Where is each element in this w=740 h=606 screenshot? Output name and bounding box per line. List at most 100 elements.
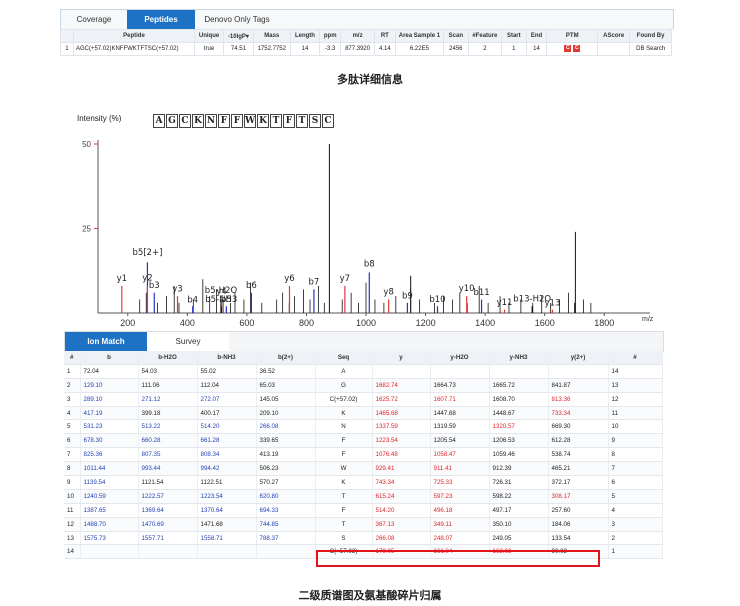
column-header[interactable]: b(2+) — [256, 351, 316, 365]
column-header[interactable]: # — [608, 351, 663, 365]
table-cell — [430, 364, 490, 379]
column-header[interactable]: y — [372, 351, 431, 365]
table-cell: 788.37 — [256, 531, 316, 546]
table-cell: 145.05 — [256, 392, 316, 407]
table-row[interactable]: 7 825.36 807.35 808.34 413.19 F 1076.48 1058.47… — [64, 447, 663, 463]
column-header[interactable]: y(2+) — [548, 351, 609, 365]
table-cell: AGC(+57.02)KNFFWKTFTSC(+57.02) — [72, 42, 195, 56]
table-cell: C(+57.02) — [315, 392, 373, 407]
ion-label: y7 — [340, 274, 350, 284]
table-cell: 1320.57 — [489, 419, 549, 435]
table-row[interactable]: 13 1575.73 1557.71 1558.71 788.37 S 266.08 248.… — [64, 531, 663, 546]
table-cell: 1 — [64, 364, 81, 379]
sequence-residue: K — [257, 114, 269, 128]
column-header[interactable]: Mass — [252, 29, 291, 43]
table-cell: 531.23 — [80, 419, 139, 435]
column-header[interactable]: m/z — [340, 29, 375, 43]
sequence-residue: T — [270, 114, 282, 128]
table-cell: DB Search — [629, 42, 672, 56]
table-cell — [256, 544, 316, 560]
column-header[interactable] — [60, 29, 74, 43]
table-row[interactable]: 3 289.10 271.12 272.07 145.05 C(+57.02) 1625.7… — [64, 392, 663, 407]
table-cell: 597.23 — [430, 489, 490, 504]
column-header[interactable]: y-NH3 — [489, 351, 549, 365]
column-header[interactable]: Unique — [193, 29, 225, 43]
x-tick-label: 800 — [299, 318, 314, 328]
ion-label: b11 — [473, 288, 489, 298]
tab-coverage[interactable]: Coverage — [61, 10, 127, 30]
table-cell: 349.11 — [430, 517, 490, 532]
table-row[interactable]: 8 1011.44 993.44 994.42 506.23 W 929.41 911.41 9… — [64, 461, 663, 477]
table-cell — [489, 364, 549, 379]
tab-survey[interactable]: Survey — [147, 332, 229, 352]
table-cell: CC — [546, 42, 599, 56]
table-cell: 65.03 — [256, 378, 316, 393]
table-cell — [548, 364, 609, 379]
column-header[interactable]: End — [525, 29, 548, 43]
tab-ion-match[interactable]: Ion Match — [65, 332, 147, 352]
table-cell: 1121.54 — [138, 475, 198, 490]
column-header[interactable]: Length — [289, 29, 321, 43]
table-row[interactable]: 11 1387.65 1369.64 1370.64 694.33 F 514.20 496.… — [64, 503, 663, 518]
column-header[interactable]: Start — [501, 29, 527, 43]
column-header[interactable]: RT — [373, 29, 396, 43]
table-cell — [372, 364, 431, 379]
table-cell: 54.03 — [138, 364, 198, 379]
table-cell: 13 — [64, 531, 81, 546]
x-tick-label: 1800 — [594, 318, 614, 328]
x-tick-label: 200 — [120, 318, 135, 328]
ptm-badge: C — [573, 45, 581, 53]
table-cell: 133.54 — [548, 531, 609, 546]
tab-peptides[interactable]: Peptides — [127, 10, 195, 30]
table-cell: 743.34 — [372, 475, 431, 490]
table-cell: 841.87 — [548, 378, 609, 393]
table-cell: 912.39 — [489, 461, 549, 477]
sequence-residue: A — [153, 114, 165, 128]
table-row[interactable]: 5 531.23 513.22 514.20 266.08 N 1337.59 1319.59… — [64, 419, 663, 435]
column-header[interactable]: -10lgP▾ — [223, 29, 254, 43]
table-row[interactable]: 9 1139.54 1121.54 1122.51 570.27 K 743.34 725.3… — [64, 475, 663, 490]
table-row[interactable]: 4 417.19 399.18 400.17 209.10 K 1465.68 1447.68… — [64, 406, 663, 421]
table-cell: 2 — [467, 42, 503, 56]
table-row[interactable]: 12 1488.70 1470.69 1471.68 744.85 T 367.13 349.… — [64, 517, 663, 532]
table-cell: 308.17 — [548, 489, 609, 504]
column-header[interactable]: Area Sample 1 — [394, 29, 445, 43]
column-header[interactable]: b — [80, 351, 139, 365]
column-header[interactable]: AScore — [597, 29, 631, 43]
table-cell: 8 — [64, 461, 81, 477]
column-header[interactable]: Found By — [629, 29, 672, 43]
tab-denovo-only-tags[interactable]: Denovo Only Tags — [195, 10, 279, 30]
table-row[interactable]: 1 AGC(+57.02)KNFFWKTFTSC(+57.02) true 74.51… — [60, 42, 672, 56]
table-cell: 678.30 — [80, 433, 139, 449]
table-cell: F — [315, 447, 373, 463]
table-cell: 417.19 — [80, 406, 139, 421]
column-header[interactable]: PTM — [546, 29, 599, 43]
table-row[interactable]: 6 678.30 660.28 661.28 339.65 F 1223.54 1205.54… — [64, 433, 663, 449]
table-cell: 266.08 — [256, 419, 316, 435]
table-row[interactable]: 1 72.04 54.03 55.02 36.52 A 14 — [64, 364, 663, 379]
table-cell: 506.23 — [256, 461, 316, 477]
table-cell: 1625.72 — [372, 392, 431, 407]
x-tick-label: 1200 — [416, 318, 436, 328]
column-header[interactable]: Scan — [443, 29, 469, 43]
table-row[interactable]: 2 129.10 111.06 112.04 65.03 G 1682.74 1664.73 1… — [64, 378, 663, 393]
table-cell: 1122.51 — [197, 475, 257, 490]
table-row[interactable]: 10 1240.59 1222.57 1223.54 620.80 T 615.24 597.… — [64, 489, 663, 504]
table-cell: 1 — [608, 544, 663, 560]
table-cell: 669.30 — [548, 419, 609, 435]
column-header[interactable]: y-H2O — [430, 351, 490, 365]
table-cell: 1470.69 — [138, 517, 198, 532]
table-cell: 11 — [64, 503, 81, 518]
column-header[interactable]: b-NH3 — [197, 351, 257, 365]
table-cell: 14 — [64, 544, 81, 560]
column-header[interactable]: Peptide — [72, 29, 195, 43]
y-axis-label: Intensity (%) — [77, 114, 122, 123]
column-header[interactable]: ppm — [319, 29, 342, 43]
column-header[interactable]: # — [64, 351, 81, 365]
table-cell: 598.22 — [489, 489, 549, 504]
column-header[interactable]: b-H2O — [138, 351, 198, 365]
column-header[interactable]: #Feature — [467, 29, 503, 43]
table-cell: 497.17 — [489, 503, 549, 518]
table-cell: 1222.57 — [138, 489, 198, 504]
column-header[interactable]: Seq — [315, 351, 373, 365]
